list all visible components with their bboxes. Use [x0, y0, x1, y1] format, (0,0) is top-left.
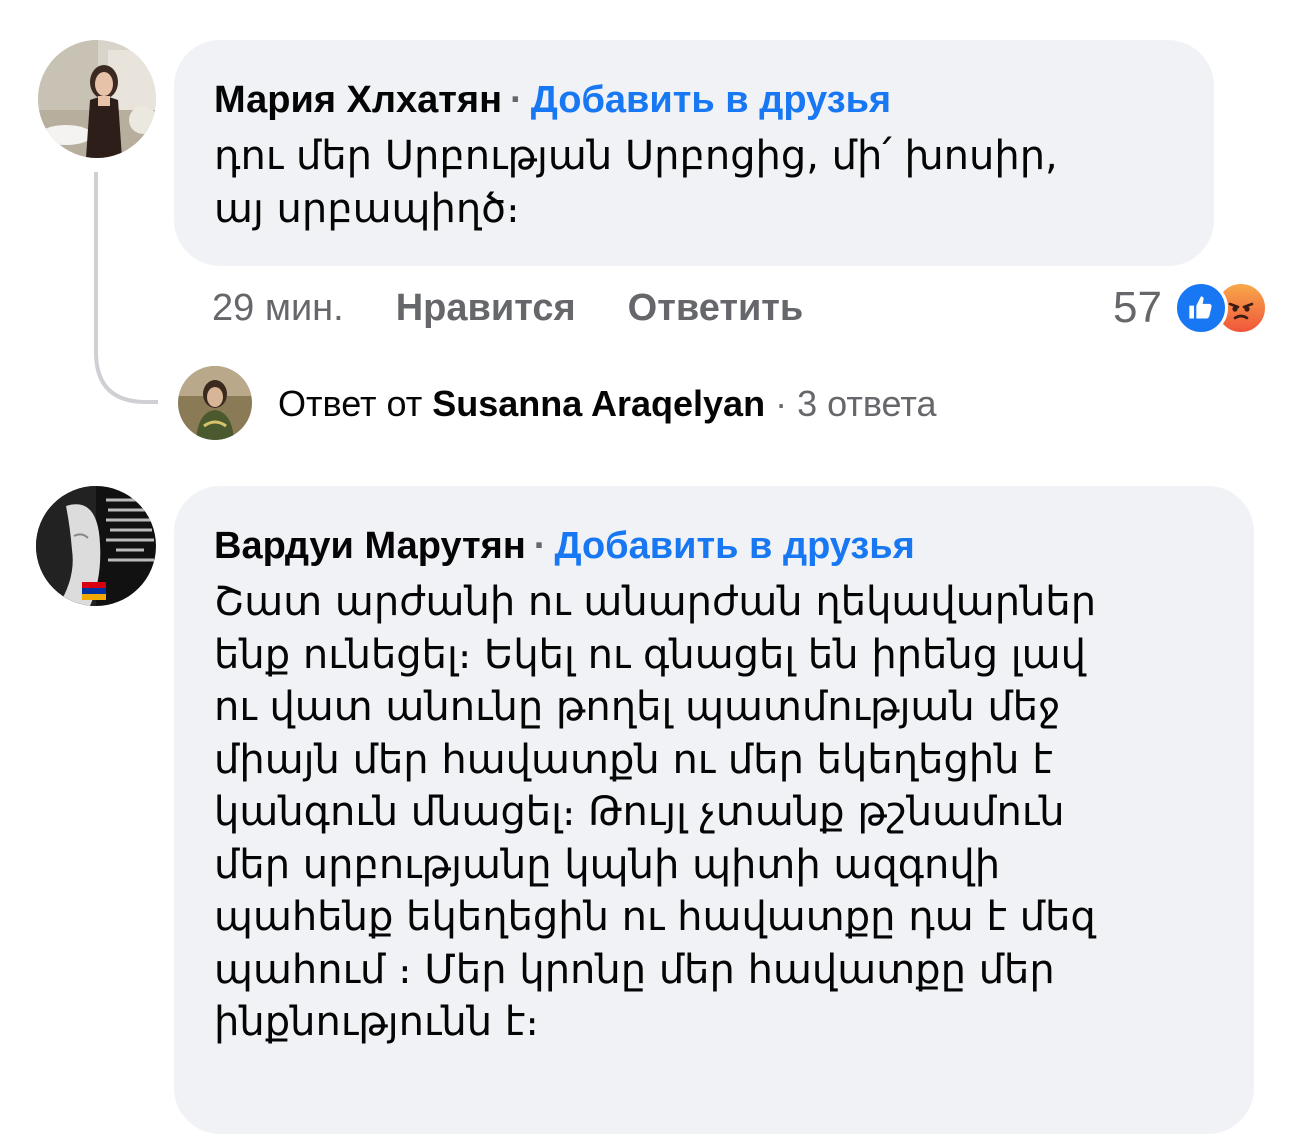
- comment-bubble: Вардуи Марутян · Добавить в друзья Շատ արժ…: [174, 486, 1254, 1134]
- comment-text-line: դու մեր Սրբության Սրբոցից, մի՛ խոսիր,: [214, 133, 1058, 179]
- reply-count: 3 ответа: [797, 383, 937, 424]
- comment-text-line: այ սրբապիղծ։: [214, 185, 520, 232]
- separator-dot: ·: [510, 79, 523, 121]
- comment-text-line: ենք ունեցել։ Եկել ու գնացել են իրենց լավ: [214, 631, 1086, 678]
- comment-header: Мария Хлхатян · Добавить в друзья: [214, 76, 1174, 124]
- like-button[interactable]: Нравится: [396, 287, 576, 330]
- separator-dot: ·: [775, 383, 788, 424]
- avatar[interactable]: [38, 40, 156, 158]
- comment-text-line: կանգուն մնացել։ Թույլ չտանք թշնամուն: [214, 789, 1065, 835]
- reply-avatar[interactable]: [178, 366, 252, 440]
- comment-bubble: Мария Хлхатян · Добавить в друзья դու մեր …: [174, 40, 1214, 266]
- comment-text-line: միայն մեր հավատքն ու մեր եկեղեցին է: [214, 736, 1053, 783]
- comment-text-line: Շատ արժանի ու անարժան ղեկավարներ: [214, 579, 1097, 625]
- comment-text-line: պահում ։ Մեր կրոնը մեր հավատքը մեր: [214, 946, 1055, 993]
- comment-text-line: մեր սրբությանը կպնի պիտի ազգովի: [214, 841, 1001, 888]
- comment-text-line: պահենք եկեղեցին ու հավատքը դա է մեզ: [214, 894, 1096, 940]
- author-name[interactable]: Вардуи Марутян: [214, 525, 526, 567]
- comment-text: դու մեր Սրբության Սրբոցից, մի՛ խոսիր, այ…: [214, 130, 1174, 235]
- profile-photo-icon: [36, 486, 156, 606]
- reply-prefix: Ответ от: [278, 383, 423, 424]
- reply-author-name: Susanna Araqelyan: [432, 383, 766, 424]
- profile-photo-icon: [38, 40, 156, 158]
- reply-button[interactable]: Ответить: [628, 287, 804, 330]
- profile-photo-icon: [178, 366, 252, 440]
- author-name[interactable]: Мария Хлхатян: [214, 79, 502, 121]
- reaction-summary[interactable]: 57: [1113, 276, 1268, 340]
- separator-dot: ·: [533, 525, 547, 567]
- comment-text-line: ու վատ անունը թողել պատմության մեջ: [214, 684, 1061, 730]
- add-friend-link[interactable]: Добавить в друзья: [554, 525, 914, 567]
- like-icon: [1174, 281, 1228, 335]
- reaction-count: 57: [1113, 283, 1162, 332]
- comment-text-line: ինքնությունն է։: [214, 999, 539, 1045]
- comment-timestamp[interactable]: 29 мин.: [212, 287, 344, 330]
- comment-header: Вардуи Марутян · Добавить в друзья: [214, 522, 1214, 570]
- avatar[interactable]: [36, 486, 156, 606]
- view-replies-link[interactable]: Ответ от Susanna Araqelyan · 3 ответа: [278, 380, 937, 428]
- comment-text: Շատ արժանի ու անարժան ղեկավարներ ենք ուն…: [214, 576, 1214, 1049]
- comment-actions: 29 мин. Нравится Ответить: [212, 280, 803, 336]
- add-friend-link[interactable]: Добавить в друзья: [531, 79, 891, 121]
